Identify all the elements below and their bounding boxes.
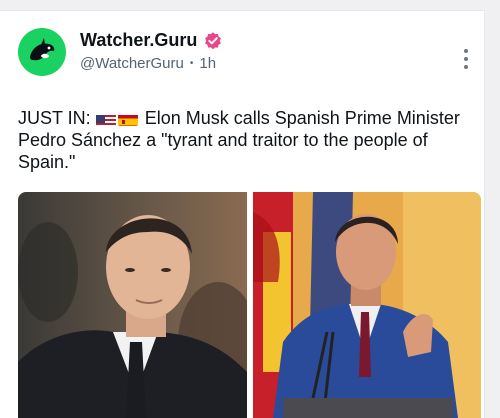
post-card[interactable]: Watcher.Guru @WatcherGuru • 1h JUST IN: — [0, 10, 485, 418]
spain-flag-icon — [117, 112, 138, 126]
photo-pedro-sanchez[interactable] — [253, 192, 481, 418]
verified-badge-icon — [205, 31, 222, 49]
separator-dot: • — [189, 58, 194, 69]
author-avatar[interactable] — [18, 28, 66, 76]
more-options-icon[interactable] — [456, 49, 476, 77]
orca-logo-icon — [30, 38, 55, 61]
photo-elon-musk[interactable] — [18, 192, 247, 418]
post-text-prefix: JUST IN: — [18, 108, 91, 128]
author-display-name[interactable]: Watcher.Guru — [80, 30, 197, 51]
post-timestamp[interactable]: 1h — [199, 55, 216, 72]
us-flag-icon — [95, 112, 116, 126]
post-text: JUST IN: Elon Musk calls Spanish Prime M… — [18, 107, 480, 173]
author-handle[interactable]: @WatcherGuru — [80, 55, 184, 72]
